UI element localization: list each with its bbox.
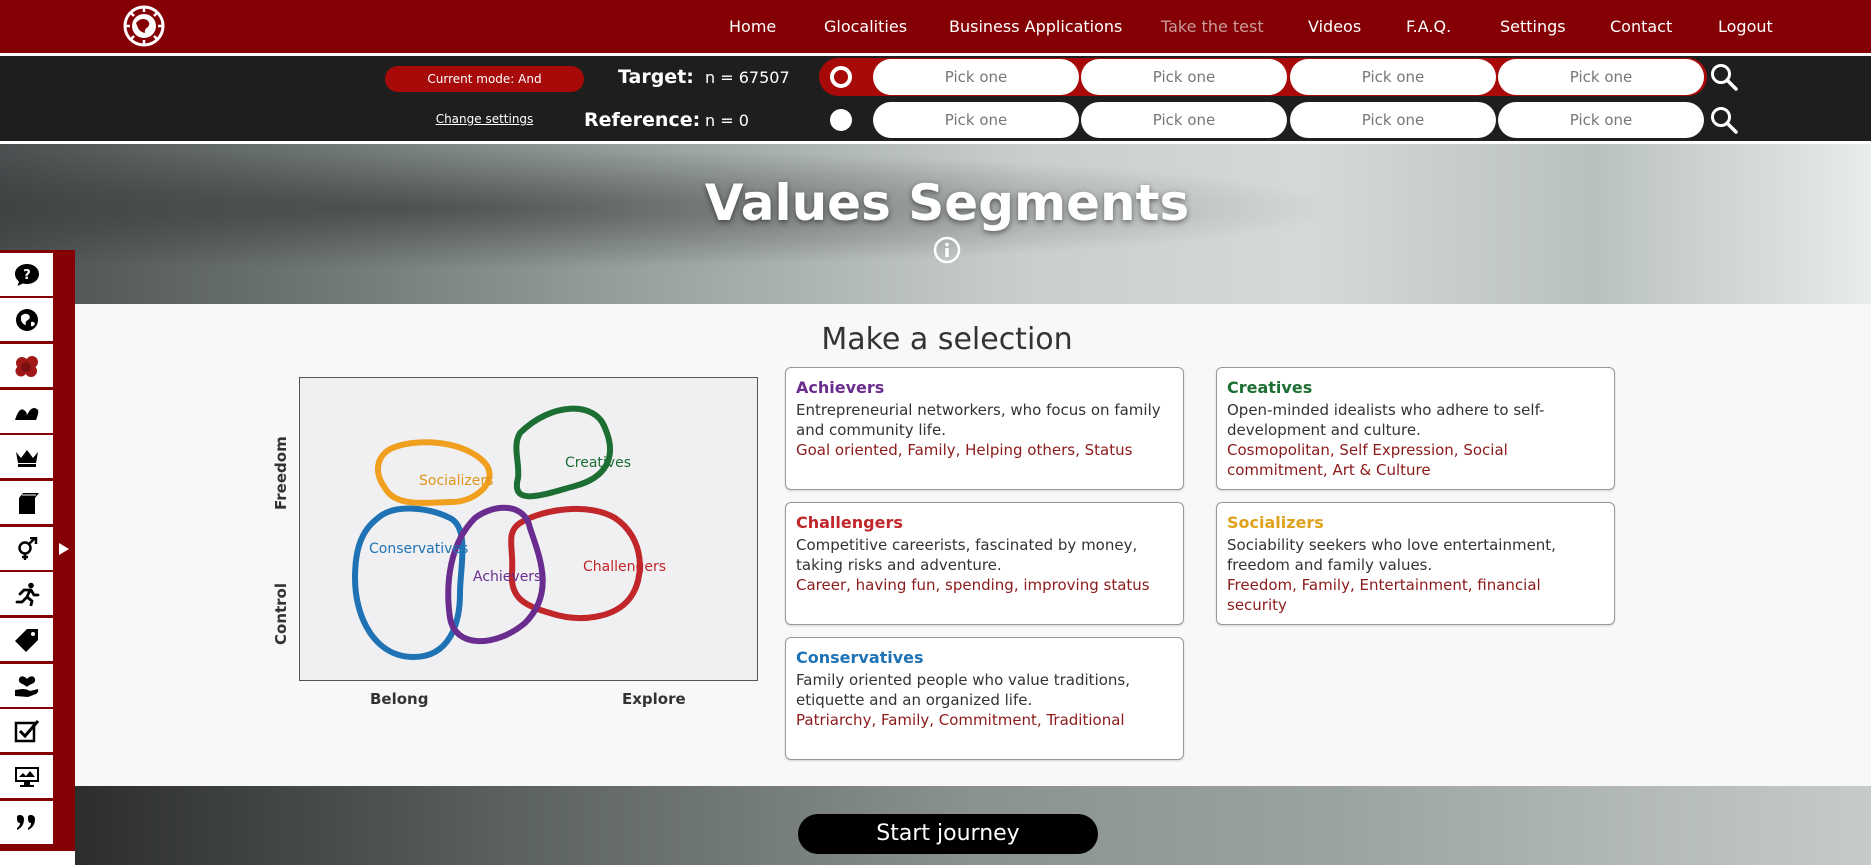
target-label: Target: xyxy=(618,66,694,88)
reference-radio[interactable] xyxy=(830,109,852,131)
card-title: Conservatives xyxy=(796,648,924,667)
sidebar-item-gender[interactable] xyxy=(0,527,53,570)
target-pick-2[interactable]: Pick one xyxy=(1081,59,1287,95)
sidebar-item-quotes[interactable] xyxy=(0,801,53,844)
segment-card-conservatives[interactable]: Conservatives Family oriented people who… xyxy=(785,637,1184,760)
segment-label-socializers: Socializers xyxy=(419,473,494,489)
sidebar-item-crown[interactable] xyxy=(0,435,53,478)
segment-label-conservatives: Conservatives xyxy=(369,541,469,557)
segment-card-creatives[interactable]: Creatives Open-minded idealists who adhe… xyxy=(1216,367,1615,490)
reference-pick-2[interactable]: Pick one xyxy=(1081,102,1287,138)
current-mode-badge: Current mode: And xyxy=(385,66,584,92)
target-radio[interactable] xyxy=(830,66,852,88)
card-tags: Career, having fun, spending, improving … xyxy=(796,576,1150,594)
sidebar-item-globe[interactable] xyxy=(0,298,53,341)
card-description: Competitive careerists, fascinated by mo… xyxy=(796,536,1138,574)
question-icon: ? xyxy=(15,264,39,286)
segment-card-challengers[interactable]: Challengers Competitive careerists, fasc… xyxy=(785,502,1184,625)
segment-label-creatives: Creatives xyxy=(565,455,631,471)
axis-label-explore: Explore xyxy=(622,690,686,708)
card-tags: Goal oriented, Family, Helping others, S… xyxy=(796,441,1133,459)
segment-label-challengers: Challengers xyxy=(583,559,667,575)
nav-videos[interactable]: Videos xyxy=(1308,17,1361,36)
nav-glocalities[interactable]: Glocalities xyxy=(824,17,907,36)
card-tags: Cosmopolitan, Self Expression, Social co… xyxy=(1227,441,1508,479)
segment-card-achievers[interactable]: Achievers Entrepreneurial networkers, wh… xyxy=(785,367,1184,490)
card-description: Sociability seekers who love entertainme… xyxy=(1227,536,1556,574)
nav-logout[interactable]: Logout xyxy=(1718,17,1773,36)
waves-icon xyxy=(15,407,39,420)
sidebar-item-runner[interactable] xyxy=(0,572,53,615)
sidebar-item-media[interactable] xyxy=(0,755,53,798)
checkbox-icon xyxy=(14,720,40,743)
target-pick-4[interactable]: Pick one xyxy=(1498,59,1704,95)
card-title: Creatives xyxy=(1227,378,1313,397)
start-journey-button[interactable]: Start journey xyxy=(798,814,1098,854)
sidebar-expand-icon[interactable] xyxy=(58,542,70,556)
nav-faq[interactable]: F.A.Q. xyxy=(1406,17,1451,36)
card-description: Open-minded idealists who adhere to self… xyxy=(1227,401,1545,439)
reference-label: Reference: xyxy=(584,109,701,131)
target-count: n = 67507 xyxy=(705,68,790,87)
sidebar-item-waves[interactable] xyxy=(0,390,53,433)
segments-icon xyxy=(15,356,38,377)
axis-label-control: Control xyxy=(272,582,290,645)
tag-icon xyxy=(15,629,38,652)
card-title: Achievers xyxy=(796,378,885,397)
sidebar-item-tag[interactable] xyxy=(0,618,53,661)
card-description: Family oriented people who value traditi… xyxy=(796,671,1130,709)
nav-home[interactable]: Home xyxy=(729,17,776,36)
section-title: Make a selection xyxy=(821,322,1073,357)
gender-icon xyxy=(18,537,38,560)
page-title: Values Segments xyxy=(704,174,1190,232)
sidebar-item-segments[interactable] xyxy=(0,344,53,387)
axis-label-freedom: Freedom xyxy=(272,436,290,510)
svg-text:?: ? xyxy=(23,268,31,283)
change-settings-link[interactable]: Change settings xyxy=(385,112,584,126)
runner-icon xyxy=(15,582,40,606)
top-nav xyxy=(0,0,1871,53)
nav-business-applications[interactable]: Business Applications xyxy=(949,17,1122,36)
card-title: Challengers xyxy=(796,513,903,532)
heart-hand-icon xyxy=(15,676,39,697)
segment-label-achievers: Achievers xyxy=(473,569,542,585)
globe-icon xyxy=(16,309,38,331)
target-pick-1[interactable]: Pick one xyxy=(873,59,1079,95)
monitor-icon xyxy=(15,767,39,787)
card-title: Socializers xyxy=(1227,513,1324,532)
axis-label-belong: Belong xyxy=(370,690,429,708)
sidebar-item-help[interactable]: ? xyxy=(0,253,53,296)
nav-settings[interactable]: Settings xyxy=(1500,17,1566,36)
segment-card-socializers[interactable]: Socializers Sociability seekers who love… xyxy=(1216,502,1615,625)
target-search-icon[interactable] xyxy=(1709,62,1739,92)
books-icon xyxy=(19,493,39,514)
sidebar-item-heart-hand[interactable] xyxy=(0,664,53,707)
creatives-shape[interactable] xyxy=(513,405,613,500)
nav-contact[interactable]: Contact xyxy=(1610,17,1672,36)
nav-take-the-test[interactable]: Take the test xyxy=(1161,17,1264,36)
info-icon[interactable] xyxy=(933,236,961,264)
target-pick-3[interactable]: Pick one xyxy=(1290,59,1496,95)
reference-pick-4[interactable]: Pick one xyxy=(1498,102,1704,138)
values-diagram-shapes xyxy=(351,405,643,661)
reference-search-icon[interactable] xyxy=(1709,105,1739,135)
card-tags: Patriarchy, Family, Commitment, Traditio… xyxy=(796,711,1125,729)
sidebar-item-survey[interactable] xyxy=(0,709,53,752)
reference-pick-1[interactable]: Pick one xyxy=(873,102,1079,138)
values-diagram: Socializers Creatives Conservatives Achi… xyxy=(299,377,758,681)
card-description: Entrepreneurial networkers, who focus on… xyxy=(796,401,1161,439)
card-tags: Freedom, Family, Entertainment, financia… xyxy=(1227,576,1541,614)
crown-icon xyxy=(16,450,38,467)
quote-icon xyxy=(17,814,35,830)
sidebar-item-books[interactable] xyxy=(0,481,53,524)
reference-count: n = 0 xyxy=(705,111,749,130)
globe-logo[interactable] xyxy=(123,5,165,47)
reference-pick-3[interactable]: Pick one xyxy=(1290,102,1496,138)
